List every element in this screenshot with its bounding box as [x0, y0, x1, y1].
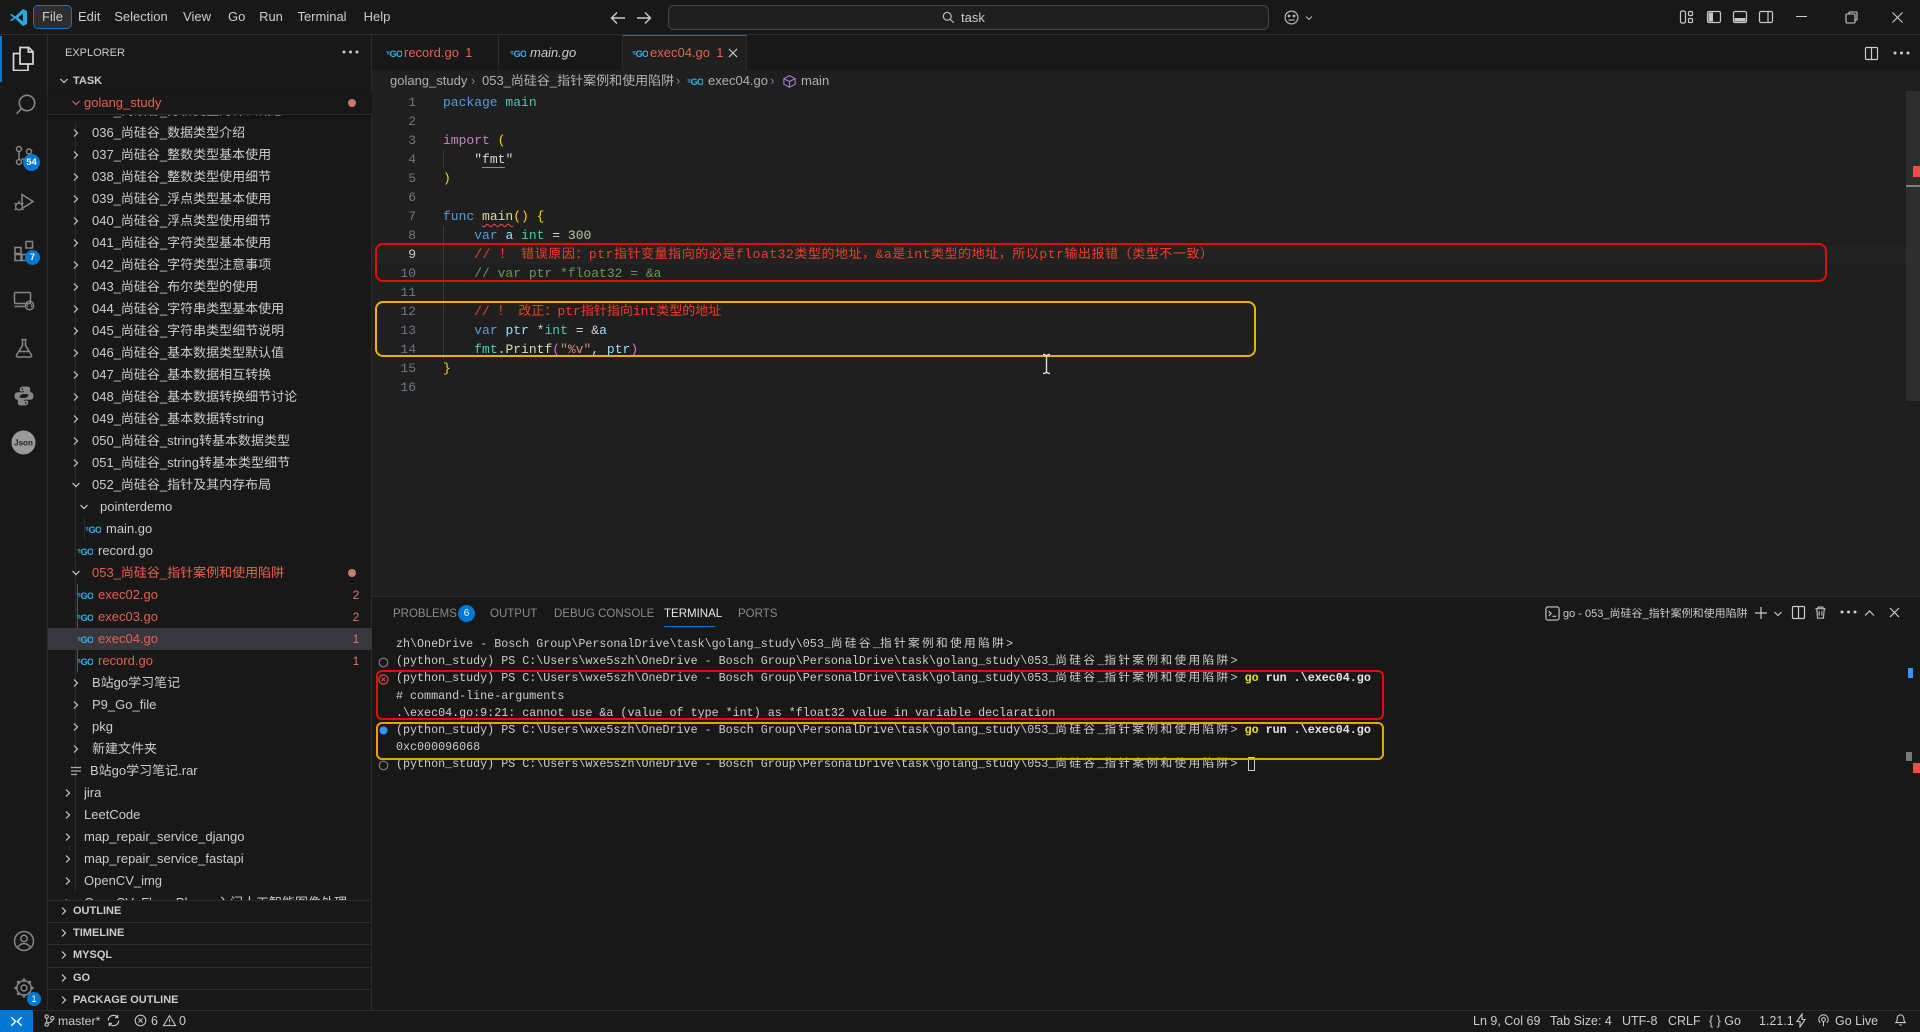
svg-text:GO: GO	[81, 613, 93, 623]
svg-text:GO: GO	[81, 657, 93, 667]
svg-text:GO: GO	[81, 635, 93, 645]
svg-text:GO: GO	[390, 49, 402, 59]
svg-text:GO: GO	[691, 77, 703, 87]
svg-text:GO: GO	[89, 525, 101, 535]
svg-text:GO: GO	[636, 49, 648, 59]
svg-text:Json: Json	[14, 439, 33, 448]
svg-text:GO: GO	[81, 591, 93, 601]
svg-text:GO: GO	[81, 547, 93, 557]
svg-text:GO: GO	[514, 49, 526, 59]
